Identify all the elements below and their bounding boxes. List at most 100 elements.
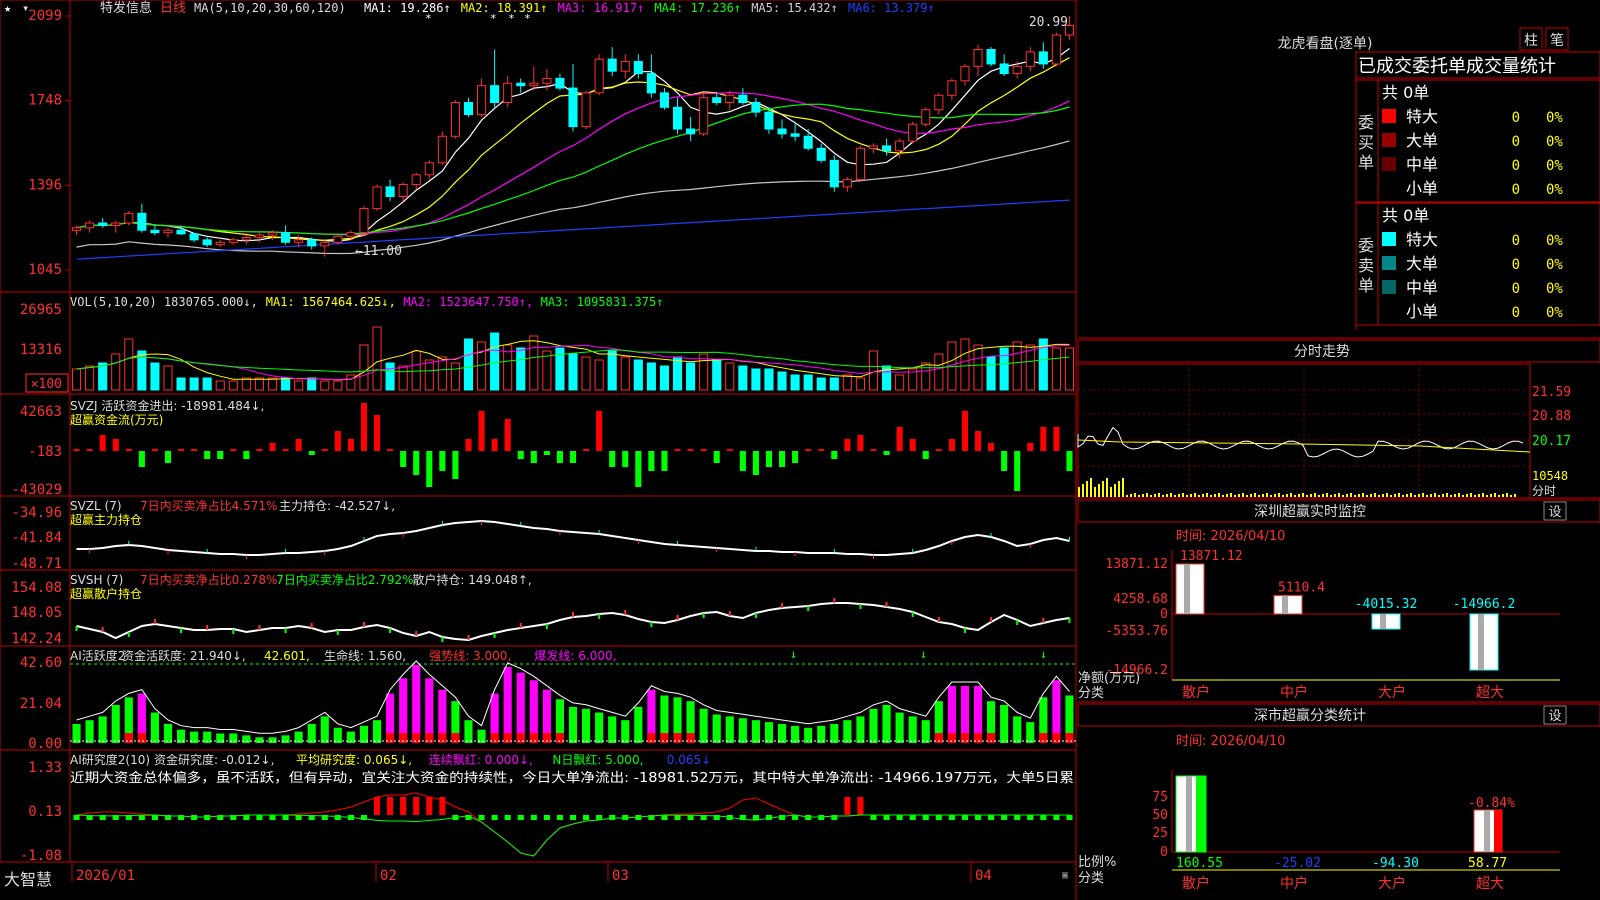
active-bar <box>372 720 382 743</box>
candle-body[interactable] <box>424 162 434 176</box>
candle-body[interactable] <box>842 179 852 188</box>
candle-body[interactable] <box>215 241 225 246</box>
candle-body[interactable] <box>868 145 879 149</box>
candle-body[interactable] <box>960 65 970 82</box>
research-bar <box>988 815 995 820</box>
intraday-volume-bar <box>1222 495 1224 497</box>
candle-body[interactable] <box>241 236 251 241</box>
research-bar <box>400 797 407 815</box>
candle-body[interactable] <box>1051 34 1061 65</box>
sz-classify-bar-0[interactable] <box>1175 775 1207 853</box>
candle-body[interactable] <box>646 73 656 94</box>
candle-body[interactable] <box>503 82 513 104</box>
candle-body[interactable] <box>712 97 722 104</box>
sz-monitor-bar-1[interactable] <box>1273 595 1303 615</box>
candle-body[interactable] <box>816 147 826 161</box>
candle-body[interactable] <box>529 82 539 87</box>
candle-body[interactable] <box>320 241 330 247</box>
vol-header-1: MA1: 1567464.625↓, <box>266 295 396 309</box>
candle-body[interactable] <box>607 58 617 72</box>
intraday-volume-bar <box>1454 494 1456 497</box>
candle-body[interactable] <box>516 82 526 87</box>
candle-body[interactable] <box>803 135 813 149</box>
candle-body[interactable] <box>947 80 957 96</box>
candle-body[interactable] <box>333 235 343 243</box>
candle-body[interactable] <box>829 159 839 188</box>
candle-body[interactable] <box>764 111 774 130</box>
candle-body[interactable] <box>359 208 369 234</box>
candle-body[interactable] <box>594 58 604 94</box>
candle-body[interactable] <box>895 140 905 152</box>
volume-bar <box>385 362 395 391</box>
candle-body[interactable] <box>882 145 892 152</box>
candle-body[interactable] <box>1038 51 1048 65</box>
candle-body[interactable] <box>568 87 578 128</box>
candle-body[interactable] <box>267 232 278 236</box>
candle-body[interactable] <box>189 233 199 241</box>
candle-body[interactable] <box>294 239 304 243</box>
candle-body[interactable] <box>555 77 565 89</box>
candle-body[interactable] <box>85 222 95 229</box>
candle-body[interactable] <box>1025 51 1035 67</box>
candle-body[interactable] <box>437 135 447 164</box>
candle-body[interactable] <box>163 229 173 234</box>
candle-body[interactable] <box>176 229 186 235</box>
candle-body[interactable] <box>699 97 709 135</box>
candle-body[interactable] <box>98 222 108 226</box>
sz-monitor-bar-0[interactable] <box>1175 563 1205 615</box>
candle-body[interactable] <box>124 212 134 224</box>
candle-body[interactable] <box>411 174 421 185</box>
candle-body[interactable] <box>463 102 474 116</box>
ai-active-header-3: 生命线: 1.560, <box>324 648 406 663</box>
candle-body[interactable] <box>581 92 591 128</box>
candle-body[interactable] <box>738 94 748 104</box>
candle-body[interactable] <box>973 48 983 67</box>
candle-body[interactable] <box>450 102 460 137</box>
candle-body[interactable] <box>307 239 317 247</box>
candle-body[interactable] <box>1012 65 1022 75</box>
candle-body[interactable] <box>672 106 683 130</box>
candle-body[interactable] <box>908 123 918 142</box>
volume-bar <box>150 362 160 391</box>
candle-body[interactable] <box>855 147 865 181</box>
candle-body[interactable] <box>346 232 356 237</box>
stock-chart-canvas[interactable]: 2099 1748 1396 1045 20.99 ←11.00 ★ ▾ 特发信息 日线 MA(5,… <box>0 0 1600 900</box>
candle-body[interactable] <box>999 63 1009 75</box>
candle-body[interactable] <box>725 94 735 104</box>
candle-body[interactable] <box>281 232 291 243</box>
candle-body[interactable] <box>476 85 487 116</box>
fund-flow-bar <box>974 431 982 451</box>
candle-body[interactable] <box>921 109 931 125</box>
candle-body[interactable] <box>228 239 238 243</box>
candle-body[interactable] <box>202 239 212 246</box>
candle-body[interactable] <box>777 128 787 135</box>
candle-body[interactable] <box>150 229 160 234</box>
sell-swatch <box>1382 256 1396 270</box>
candle-body[interactable] <box>385 186 395 197</box>
candle-body[interactable] <box>542 77 552 84</box>
sz-classify-bar-3[interactable] <box>1473 809 1503 853</box>
candle-body[interactable] <box>934 94 944 111</box>
research-axis-min: -1.08 <box>20 848 62 864</box>
sz-monitor-bar-3[interactable] <box>1469 613 1499 671</box>
candle-body[interactable] <box>986 48 996 65</box>
candle-body[interactable] <box>490 85 500 104</box>
candle-body[interactable] <box>659 92 670 108</box>
main-hold-axis-mid: -41.84 <box>11 530 62 546</box>
candle-body[interactable] <box>790 133 800 137</box>
candle-body[interactable] <box>633 61 643 75</box>
active-bar <box>307 723 316 743</box>
fund-flow-bar <box>857 435 864 451</box>
candle-body[interactable] <box>71 227 82 231</box>
sz-monitor-bar-2[interactable] <box>1371 613 1401 630</box>
candle-body[interactable] <box>137 212 147 231</box>
candle-body[interactable] <box>372 186 382 210</box>
intraday-volume-bar <box>1302 493 1304 497</box>
time-axis-label: 04 <box>975 868 992 884</box>
candle-body[interactable] <box>620 61 630 72</box>
candle-body[interactable] <box>254 234 264 238</box>
candle-body[interactable] <box>686 128 696 135</box>
candle-body[interactable] <box>751 102 761 113</box>
candle-body[interactable] <box>111 222 121 226</box>
candle-body[interactable] <box>398 183 408 197</box>
